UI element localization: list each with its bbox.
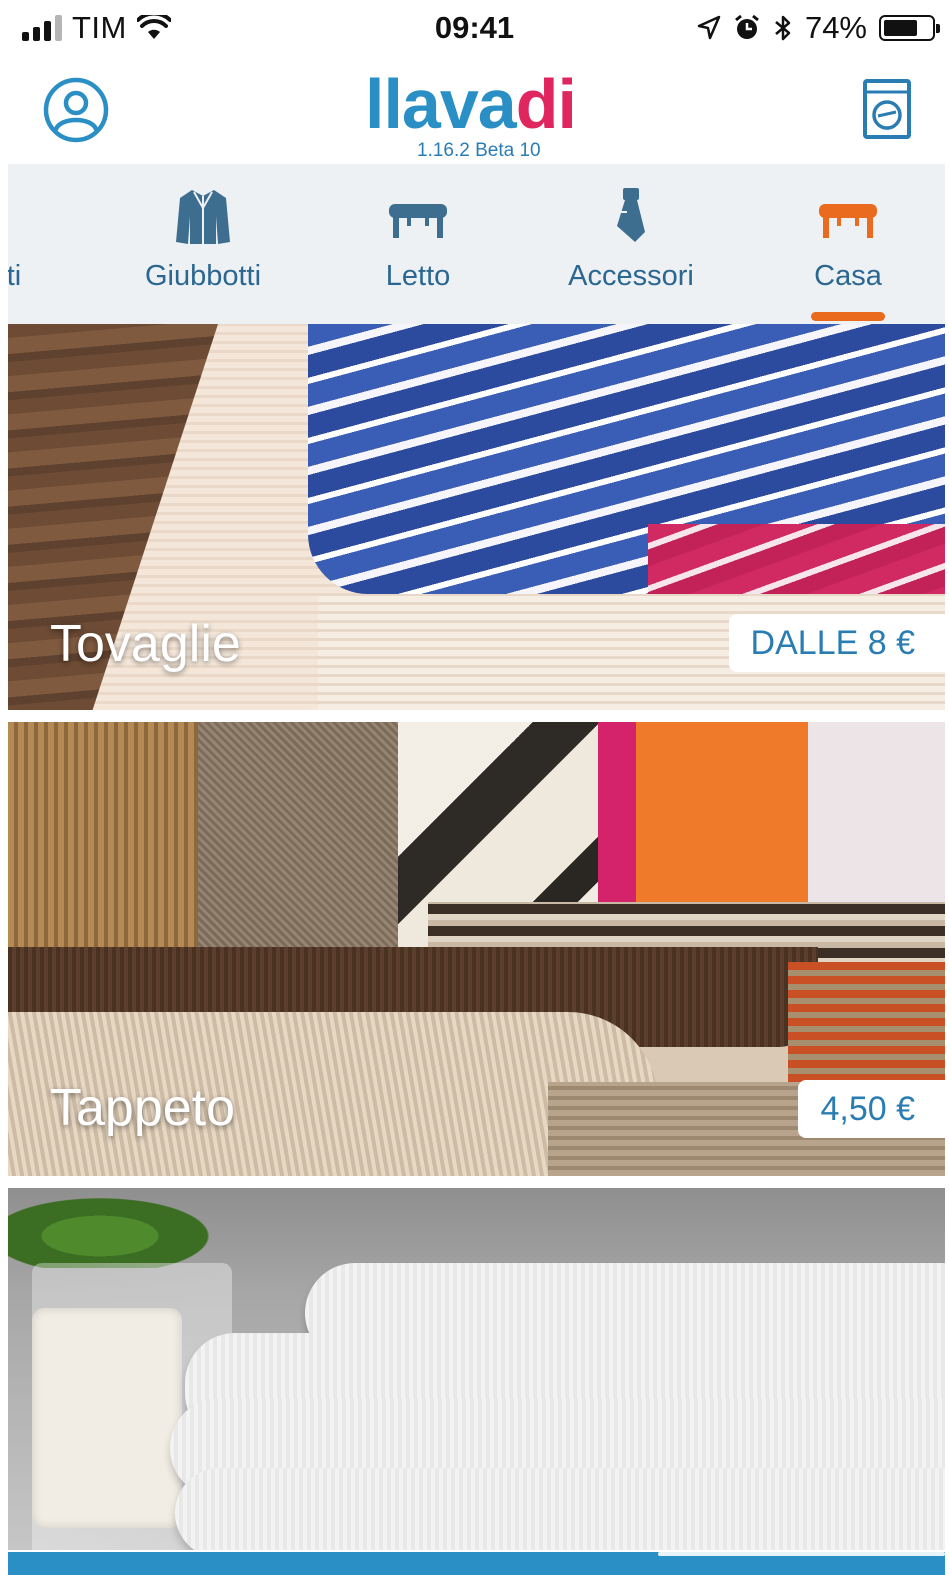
tab-giubbotti[interactable]: Giubbotti (128, 164, 278, 324)
battery-percent: 74% (804, 10, 867, 45)
tab-casa[interactable]: Casa (788, 164, 908, 324)
card-image-layer (175, 1468, 945, 1550)
category-tabs: ti Giubbotti Letto Accessori Casa (8, 164, 945, 324)
card-image-layer (598, 722, 808, 922)
status-right: 74% (697, 10, 940, 46)
tab-accessori[interactable]: Accessori (556, 164, 706, 324)
tab-label: Casa (814, 260, 882, 292)
app-header: llavadi 1.16.2 Beta 10 (0, 56, 949, 164)
tab-label: Giubbotti (144, 260, 262, 292)
jacket-icon (176, 190, 230, 244)
product-card-tovaglie[interactable]: Tovaglie DALLE 8 € (8, 324, 945, 710)
product-card-tappeto[interactable]: Tappeto 4,50 € (8, 722, 945, 1176)
card-title: Tovaglie (50, 615, 241, 673)
logo-part-pink: di (515, 65, 577, 143)
active-tab-indicator (811, 312, 885, 321)
logo-part-blue: lava (383, 65, 516, 143)
washing-machine-icon (863, 79, 911, 139)
price-badge: DALLE 8 € (728, 614, 945, 672)
alarm-icon (735, 14, 759, 39)
bluetooth-icon (775, 15, 791, 41)
tab-label: Accessori (568, 260, 694, 292)
logo-ll: l (365, 65, 384, 143)
location-icon (697, 15, 721, 40)
card-image (8, 722, 198, 962)
profile-button[interactable] (42, 76, 110, 144)
bed-icon (389, 204, 447, 238)
tab-partial[interactable]: ti (8, 164, 34, 324)
card-title: Tappeto (50, 1079, 236, 1137)
table-icon (819, 204, 877, 238)
card-image (8, 1188, 238, 1268)
bottom-bar (8, 1552, 945, 1575)
status-bar: TIM 09:41 74% (0, 0, 949, 56)
washing-machine-button[interactable] (862, 78, 912, 140)
product-card-towels[interactable] (8, 1188, 945, 1550)
tab-label: Letto (385, 260, 451, 292)
profile-icon (43, 77, 109, 143)
logo-wordmark: llavadi (365, 65, 577, 143)
card-image-layer (788, 962, 945, 1082)
card-image-layer (32, 1308, 182, 1528)
price-badge: 4,50 € (798, 1080, 945, 1138)
tab-letto[interactable]: Letto (353, 164, 483, 324)
battery-icon (879, 15, 940, 41)
app-version: 1.16.2 Beta 10 (417, 140, 541, 161)
app-logo: llavadi 1.16.2 Beta 10 (365, 65, 595, 161)
tab-label: ti (8, 260, 22, 292)
card-image-layer (808, 722, 945, 922)
bottom-bar-highlight (658, 1552, 945, 1556)
tie-icon (617, 188, 645, 242)
card-image-layer (198, 722, 398, 962)
